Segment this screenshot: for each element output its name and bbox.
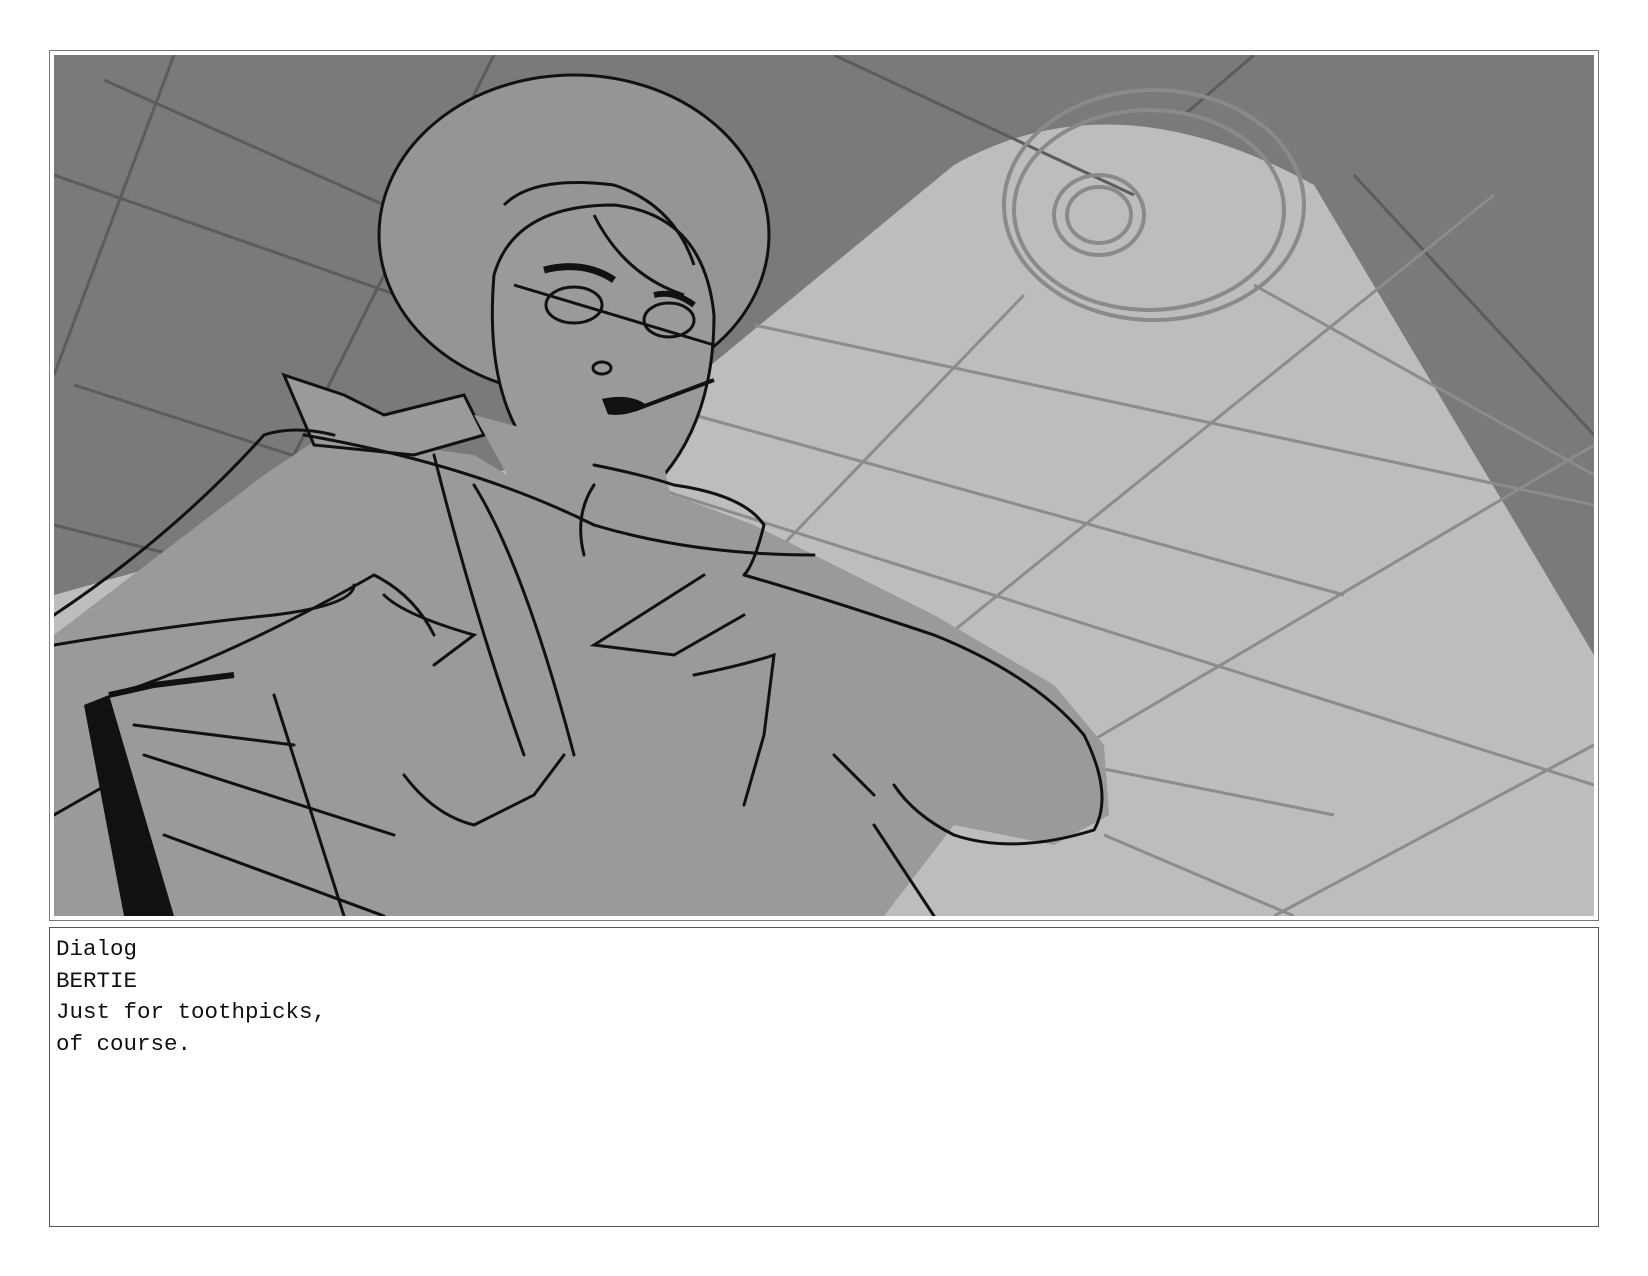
dialog-box: Dialog BERTIE Just for toothpicks, of co… (49, 927, 1599, 1227)
dialog-line-1: Just for toothpicks, (56, 999, 327, 1025)
dialog-character: BERTIE (56, 967, 138, 994)
dialog-heading: Dialog (56, 936, 138, 962)
storyboard-panel-image (54, 55, 1594, 916)
dialog-line-2: of course. (56, 1030, 192, 1057)
storyboard-sketch (54, 55, 1594, 916)
